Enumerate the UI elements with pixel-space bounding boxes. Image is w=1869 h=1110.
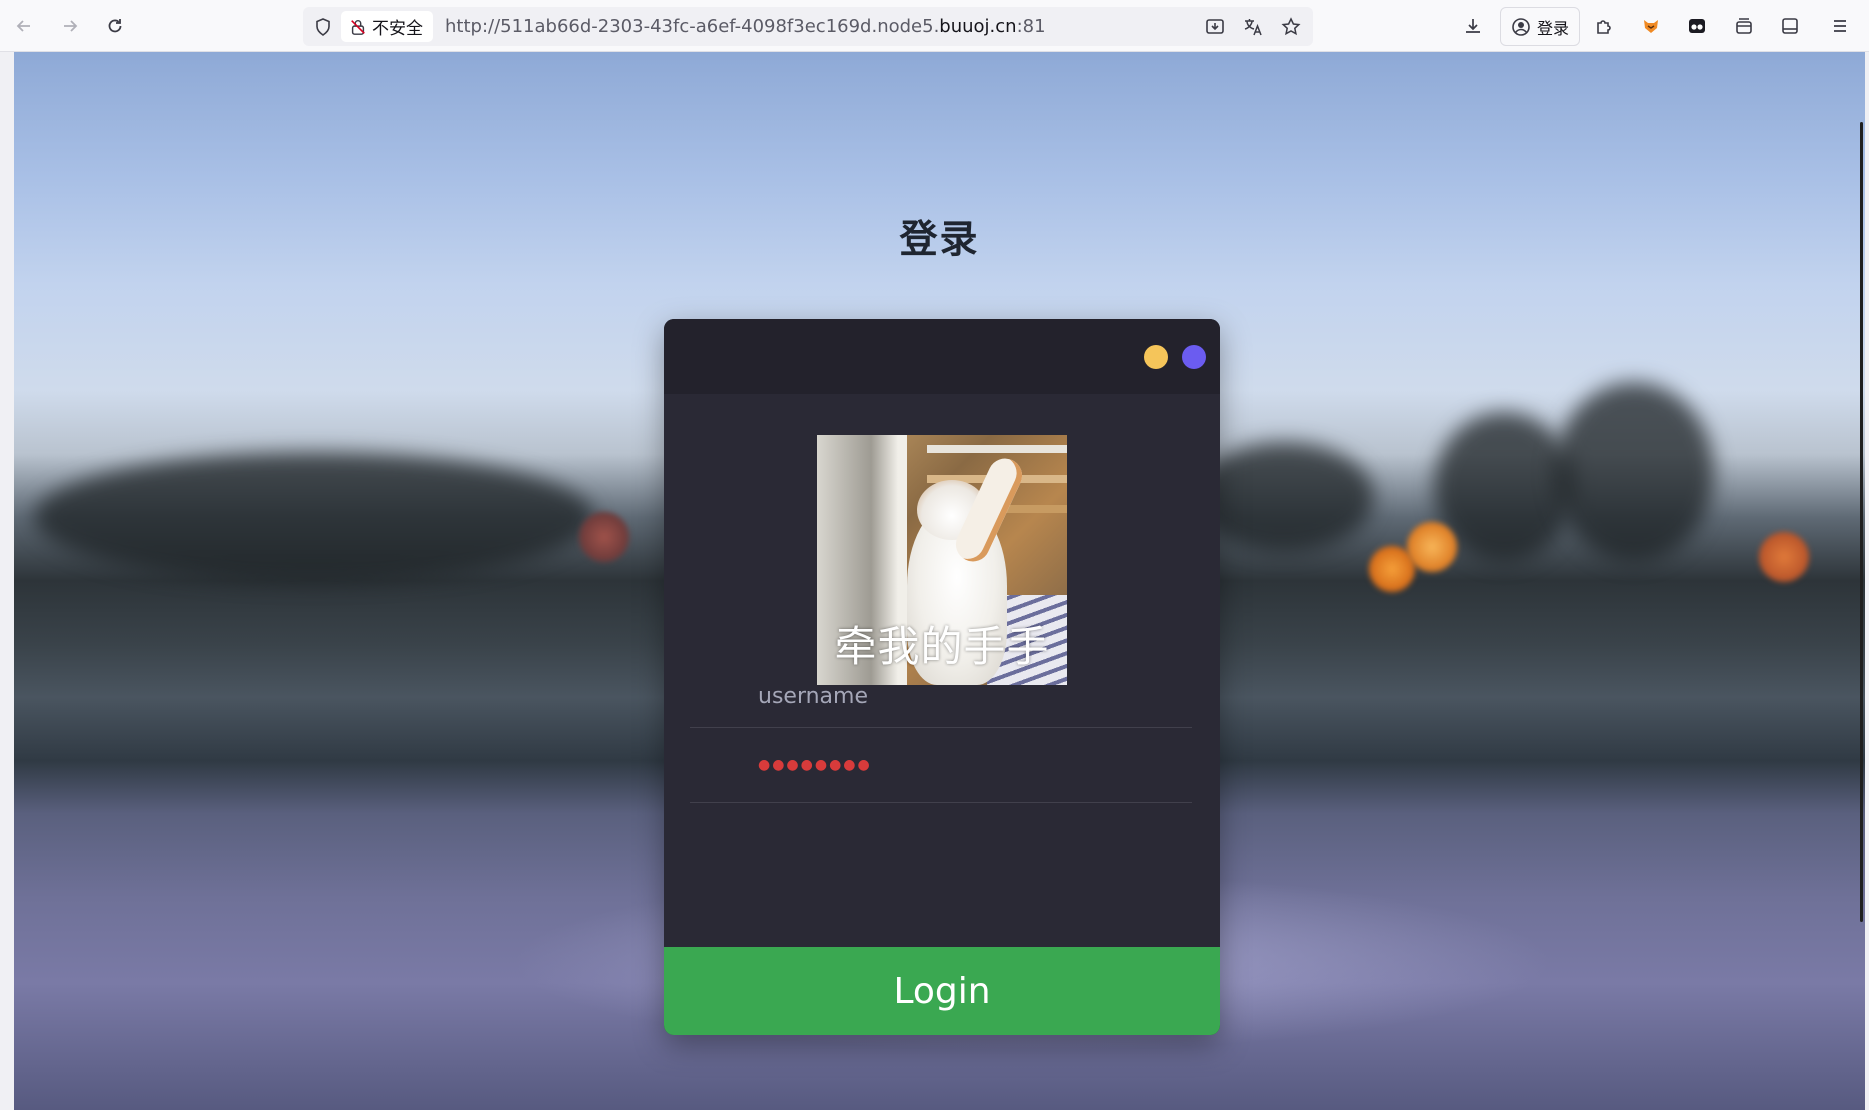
username-field xyxy=(690,664,1192,728)
image-furniture xyxy=(927,445,1067,453)
login-button[interactable]: Login xyxy=(664,947,1220,1035)
security-label: 不安全 xyxy=(372,19,423,39)
container-icon xyxy=(1736,18,1752,34)
translate-icon[interactable] xyxy=(1239,13,1267,41)
menu-button[interactable] xyxy=(1824,10,1856,42)
scrollbar[interactable] xyxy=(1860,122,1863,922)
password-input[interactable]: ●●●●●●●● xyxy=(758,757,872,773)
login-card: 牵我的手手 ●●●●●●●● Login xyxy=(664,319,1220,1035)
glasses-extension-icon xyxy=(1689,19,1705,33)
window-dot-yellow xyxy=(1144,345,1168,369)
page-viewport: 登录 牵我的手手 ●●●●●●●● Login xyxy=(14,52,1865,1110)
sidebar-icon xyxy=(1782,18,1798,34)
sidebar-edge xyxy=(0,52,14,1110)
url-port: :81 xyxy=(1016,16,1046,37)
download-icon xyxy=(1466,19,1480,33)
background-treeline xyxy=(34,452,594,582)
username-input[interactable] xyxy=(758,674,1178,718)
extensions-button[interactable] xyxy=(1588,10,1620,42)
hamburger-menu-icon xyxy=(1834,20,1846,32)
container-tabs-button[interactable] xyxy=(1728,10,1760,42)
bokeh-light xyxy=(579,512,629,562)
arrow-left-icon xyxy=(16,20,30,32)
extension-glasses-button[interactable] xyxy=(1681,10,1713,42)
arrow-right-icon xyxy=(64,20,78,32)
bookmark-star-icon[interactable] xyxy=(1277,13,1305,41)
extension-fox-button[interactable] xyxy=(1635,10,1667,42)
account-icon xyxy=(1512,17,1530,36)
password-field: ●●●●●●●● xyxy=(690,739,1192,803)
bokeh-light xyxy=(1759,532,1809,582)
back-button[interactable] xyxy=(8,10,40,42)
url-host: buuoj.cn xyxy=(939,16,1017,37)
page-title: 登录 xyxy=(899,217,980,261)
url-actions xyxy=(1201,13,1305,41)
downloads-button[interactable] xyxy=(1457,10,1489,42)
reload-button[interactable] xyxy=(99,10,131,42)
tracking-shield-icon[interactable] xyxy=(311,15,335,39)
puzzle-icon xyxy=(1597,20,1611,34)
security-indicator[interactable]: 不安全 xyxy=(341,11,433,42)
account-button[interactable]: 登录 xyxy=(1500,7,1581,46)
account-label: 登录 xyxy=(1537,18,1570,38)
reload-icon xyxy=(108,19,122,33)
install-app-icon[interactable] xyxy=(1201,13,1229,41)
fox-extension-icon xyxy=(1644,20,1658,33)
insecure-lock-icon xyxy=(351,19,365,35)
url-prefix: http://511ab66d-2303-43fc-a6ef-4098f3ec1… xyxy=(445,16,940,37)
bokeh-light xyxy=(1407,522,1457,572)
url-text[interactable]: http://511ab66d-2303-43fc-a6ef-4098f3ec1… xyxy=(445,7,1046,46)
card-header xyxy=(664,319,1220,394)
cat-meme-image: 牵我的手手 xyxy=(817,435,1067,685)
sidebar-button[interactable] xyxy=(1774,10,1806,42)
url-bar[interactable]: 不安全 http://511ab66d-2303-43fc-a6ef-4098f… xyxy=(303,7,1313,46)
forward-button[interactable] xyxy=(54,10,86,42)
background-tree xyxy=(1194,442,1374,552)
window-dot-purple xyxy=(1182,345,1206,369)
background-tree xyxy=(1554,382,1714,562)
browser-toolbar: 不安全 http://511ab66d-2303-43fc-a6ef-4098f… xyxy=(0,0,1869,52)
